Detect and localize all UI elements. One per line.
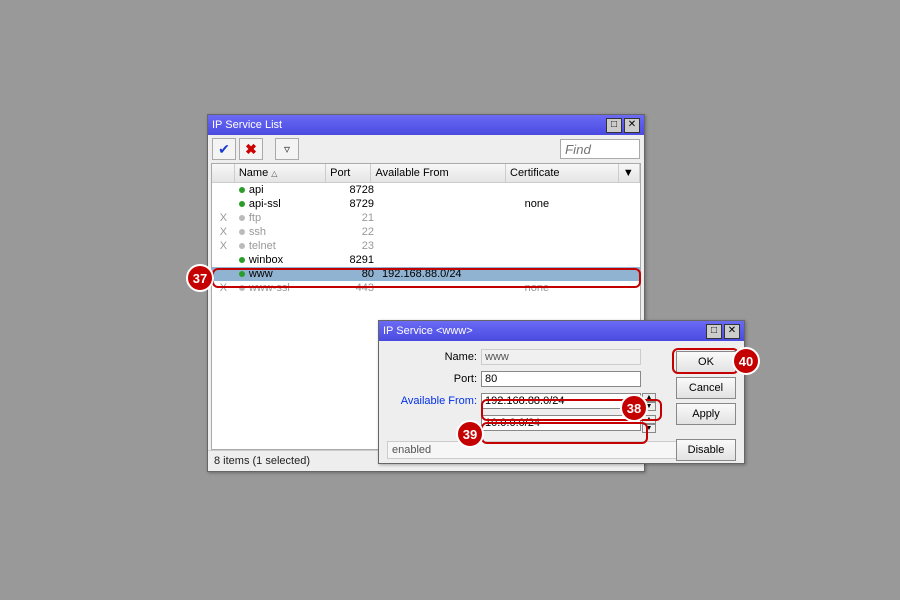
status-dot-icon: [239, 229, 245, 235]
callout-39: 39: [456, 420, 484, 448]
available-from-field-1[interactable]: 192.168.88.0/24: [481, 393, 641, 409]
ok-button[interactable]: OK: [676, 351, 736, 373]
callout-37: 37: [186, 264, 214, 292]
filter-button[interactable]: ▿: [275, 138, 299, 160]
row-flag: X: [212, 282, 235, 294]
callout-40: 40: [732, 347, 760, 375]
row-port: 8291: [331, 254, 378, 266]
callout-38: 38: [620, 394, 648, 422]
col-name[interactable]: Name△: [235, 164, 326, 182]
detail-title: IP Service <www>: [383, 325, 473, 337]
available-from-label: Available From:: [387, 395, 481, 407]
table-row[interactable]: Xtelnet23: [212, 239, 640, 253]
col-port[interactable]: Port: [326, 164, 371, 182]
status-dot-icon: [239, 201, 245, 207]
row-cert: none: [521, 198, 640, 210]
col-dropdown[interactable]: ▼: [619, 164, 640, 182]
status-dot-icon: [239, 243, 245, 249]
row-name: api: [235, 184, 331, 196]
table-row[interactable]: www80192.168.88.0/24: [212, 267, 640, 281]
available-from-field-2[interactable]: 10.0.0.0/24: [481, 415, 641, 431]
row-name: ftp: [235, 212, 331, 224]
list-titlebar[interactable]: IP Service List □ ✕: [208, 115, 644, 135]
list-maximize-button[interactable]: □: [606, 118, 622, 133]
status-dot-icon: [239, 187, 245, 193]
row-port: 8728: [331, 184, 378, 196]
disable-button[interactable]: Disable: [676, 439, 736, 461]
row-flag: X: [212, 212, 235, 224]
row-port: 443: [331, 282, 378, 294]
row-name: www: [235, 268, 331, 280]
name-field: www: [481, 349, 641, 365]
status-dot-icon: [239, 285, 245, 291]
funnel-icon: ▿: [284, 142, 290, 156]
col-available[interactable]: Available From: [371, 164, 506, 182]
table-row[interactable]: Xftp21: [212, 211, 640, 225]
row-name: ssh: [235, 226, 331, 238]
apply-button[interactable]: Apply: [676, 403, 736, 425]
check-icon: ✔: [218, 141, 230, 158]
col-status[interactable]: [212, 164, 235, 182]
detail-close-button[interactable]: ✕: [724, 324, 740, 339]
name-label: Name:: [387, 351, 481, 363]
row-name: telnet: [235, 240, 331, 252]
status-dot-icon: [239, 271, 245, 277]
detail-titlebar[interactable]: IP Service <www> □ ✕: [379, 321, 744, 341]
row-cert: none: [521, 282, 640, 294]
table-row[interactable]: api-ssl8729 none: [212, 197, 640, 211]
enable-button[interactable]: ✔: [212, 138, 236, 160]
row-name: www-ssl: [235, 282, 331, 294]
find-input[interactable]: [560, 139, 640, 159]
disable-button[interactable]: ✖: [239, 138, 263, 160]
list-title: IP Service List: [212, 119, 282, 131]
cancel-button[interactable]: Cancel: [676, 377, 736, 399]
list-toolbar: ✔ ✖ ▿: [208, 135, 644, 163]
port-label: Port:: [387, 373, 481, 385]
row-port: 22: [331, 226, 378, 238]
detail-maximize-button[interactable]: □: [706, 324, 722, 339]
row-name: api-ssl: [235, 198, 331, 210]
ip-service-detail-window: IP Service <www> □ ✕ Name: www Port: 80 …: [378, 320, 745, 464]
x-icon: ✖: [245, 141, 257, 158]
row-name: winbox: [235, 254, 331, 266]
list-close-button[interactable]: ✕: [624, 118, 640, 133]
row-port: 8729: [331, 198, 378, 210]
port-field[interactable]: 80: [481, 371, 641, 387]
row-avail: 192.168.88.0/24: [378, 268, 521, 280]
table-row[interactable]: winbox8291: [212, 253, 640, 267]
status-dot-icon: [239, 257, 245, 263]
table-row[interactable]: Xwww-ssl443 none: [212, 281, 640, 295]
sort-icon: △: [271, 169, 277, 178]
row-port: 23: [331, 240, 378, 252]
col-cert[interactable]: Certificate: [506, 164, 619, 182]
row-port: 80: [331, 268, 378, 280]
row-port: 21: [331, 212, 378, 224]
status-dot-icon: [239, 215, 245, 221]
row-flag: X: [212, 240, 235, 252]
row-flag: X: [212, 226, 235, 238]
table-row[interactable]: Xssh22: [212, 225, 640, 239]
table-row[interactable]: api8728: [212, 183, 640, 197]
